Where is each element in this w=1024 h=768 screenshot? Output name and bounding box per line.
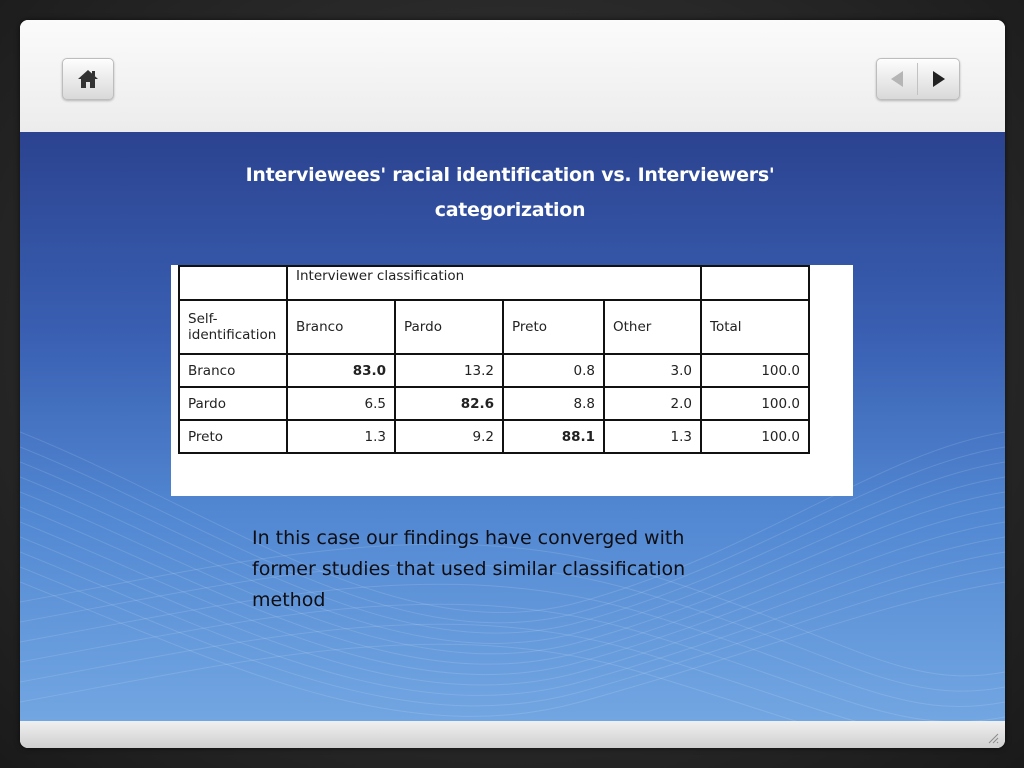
table-cell: 0.8	[502, 353, 605, 388]
table-cell: 6.5	[286, 386, 396, 421]
column-header: Pardo	[394, 299, 504, 355]
column-header: Preto	[502, 299, 605, 355]
column-header: Total	[700, 299, 810, 355]
table-cell: 100.0	[700, 353, 810, 388]
data-table-image: Interviewer classification Self-identifi…	[171, 265, 853, 496]
table-cell: 88.1	[502, 419, 605, 454]
slide-body-text: In this case our findings have converged…	[252, 523, 752, 616]
table-cell: 3.0	[603, 353, 702, 388]
table-row: Preto 1.3 9.2 88.1 1.3 100.0	[178, 419, 810, 454]
slide-navigation	[876, 58, 960, 100]
column-header: Other	[603, 299, 702, 355]
resize-grip-icon[interactable]	[987, 732, 999, 744]
table-cell: 83.0	[286, 353, 396, 388]
table-row: Branco 83.0 13.2 0.8 3.0 100.0	[178, 353, 810, 388]
table-corner-cell	[178, 265, 288, 301]
title-line-2: categorization	[434, 199, 586, 221]
row-label: Pardo	[178, 386, 288, 421]
body-line-3: method	[252, 589, 326, 611]
body-line-1: In this case our findings have converged…	[252, 527, 685, 549]
table-header-empty	[700, 265, 810, 301]
divider	[917, 63, 918, 95]
table-header-row: Interviewer classification	[178, 265, 810, 301]
table-cell: 100.0	[700, 419, 810, 454]
home-button[interactable]	[62, 58, 114, 100]
row-header-label: Self-identification	[178, 299, 288, 355]
body-line-2: former studies that used similar classif…	[252, 558, 686, 580]
home-icon	[78, 70, 98, 88]
table-row: Pardo 6.5 82.6 8.8 2.0 100.0	[178, 386, 810, 421]
row-label: Branco	[178, 353, 288, 388]
column-header: Branco	[286, 299, 396, 355]
arrow-right-icon[interactable]	[927, 69, 949, 89]
table-cell: 9.2	[394, 419, 504, 454]
slide-title: Interviewees' racial identification vs. …	[200, 158, 820, 228]
title-line-1: Interviewees' racial identification vs. …	[245, 164, 775, 186]
bottom-status-bar	[20, 721, 1005, 748]
table-cell: 13.2	[394, 353, 504, 388]
presentation-window: Interviewees' racial identification vs. …	[20, 20, 1005, 748]
table-cell: 1.3	[286, 419, 396, 454]
row-label: Preto	[178, 419, 288, 454]
table-cell: 82.6	[394, 386, 504, 421]
table-cell: 8.8	[502, 386, 605, 421]
table-cell: 2.0	[603, 386, 702, 421]
table-cell: 1.3	[603, 419, 702, 454]
table-header-top: Interviewer classification	[286, 265, 702, 301]
classification-table: Interviewer classification Self-identifi…	[178, 265, 810, 454]
table-subheader-row: Self-identification Branco Pardo Preto O…	[178, 299, 810, 355]
arrow-left-icon[interactable]	[887, 69, 909, 89]
top-toolbar	[20, 20, 1005, 132]
table-cell: 100.0	[700, 386, 810, 421]
slide-canvas: Interviewees' racial identification vs. …	[20, 132, 1005, 721]
